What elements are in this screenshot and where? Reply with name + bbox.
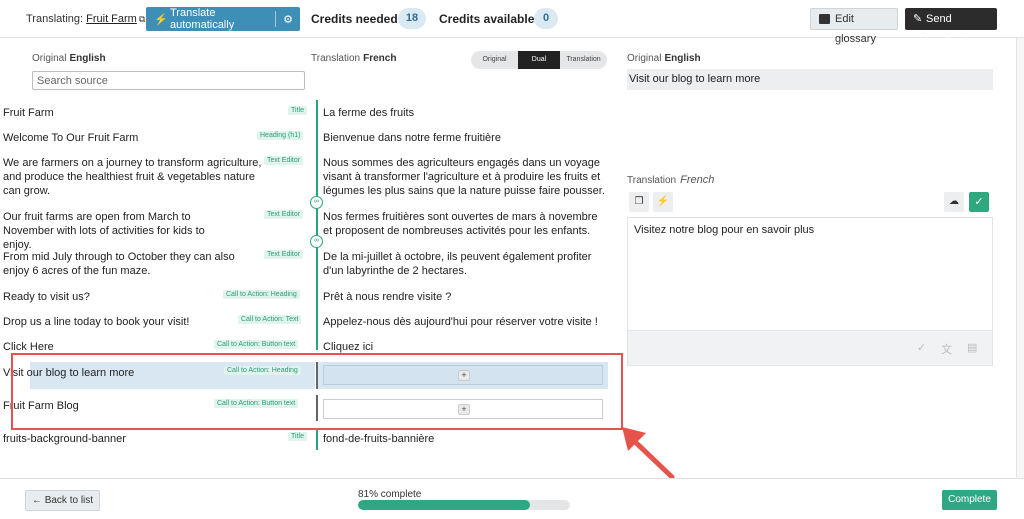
- translation-text[interactable]: Cliquez ici: [323, 340, 608, 354]
- cloud-upload-icon[interactable]: ☁: [944, 192, 964, 212]
- translation-label: Translation: [311, 53, 361, 64]
- scrollbar-track[interactable]: [1016, 38, 1024, 478]
- edit-glossary-label: Edit glossary: [835, 13, 876, 45]
- link-icon[interactable]: ∞: [310, 196, 323, 209]
- pen-icon: ✎: [913, 13, 923, 25]
- glossary-icon[interactable]: ▤: [967, 341, 977, 354]
- editor-toolbar: ✓ 文 ▤: [627, 331, 993, 366]
- annotation-highlight-box: [11, 353, 623, 430]
- left-translation-header: Translation French: [311, 53, 396, 64]
- translation-text[interactable]: Bienvenue dans notre ferme fruitière: [323, 131, 608, 145]
- progress-label: 81% complete: [358, 489, 422, 500]
- annotation-arrow-icon: [622, 427, 675, 480]
- translation-text[interactable]: Nous sommes des agriculteurs engagés dan…: [323, 156, 608, 198]
- translation-text[interactable]: Prêt à nous rendre visite ?: [323, 290, 608, 304]
- element-tag: Title: [288, 106, 307, 115]
- glossary-icon: [819, 14, 830, 24]
- external-link-icon[interactable]: ⧉: [139, 14, 145, 24]
- translation-text[interactable]: Appelez-nous dès aujourd'hui pour réserv…: [323, 315, 608, 329]
- source-text: Fruit Farm: [3, 107, 54, 119]
- translating-info: Translating: Fruit Farm ⧉: [26, 13, 145, 25]
- toggle-dual[interactable]: Dual: [518, 51, 560, 69]
- progress-fill: [358, 500, 530, 510]
- send-feedback-button[interactable]: ✎ Send feedback: [905, 8, 997, 47]
- right-original-header: Original English: [627, 53, 701, 64]
- search-input[interactable]: [32, 71, 305, 90]
- credits-needed-label: Credits needed: [311, 12, 398, 26]
- back-to-list-button[interactable]: ← Back to list: [25, 490, 100, 511]
- edit-glossary-button[interactable]: Edit glossary: [810, 8, 898, 45]
- element-tag: Text Editor: [264, 250, 304, 259]
- element-tag: Call to Action: Heading: [223, 290, 300, 299]
- source-text: Our fruit farms are open from March to N…: [3, 211, 205, 251]
- complete-button[interactable]: Complete: [942, 490, 997, 510]
- gear-icon[interactable]: ⚙: [276, 13, 300, 26]
- view-toggle[interactable]: Original Dual Translation: [471, 51, 607, 69]
- element-tag: Call to Action: Button text: [214, 340, 299, 349]
- translation-label: Translation: [627, 175, 677, 186]
- column-divider: [316, 100, 318, 350]
- progress-bar: [358, 500, 570, 510]
- project-link[interactable]: Fruit Farm: [86, 13, 137, 25]
- translation-lang: French: [680, 174, 715, 186]
- translate-automatically-label: Translate automatically: [170, 7, 235, 31]
- element-tag: Title: [288, 432, 307, 441]
- translation-text[interactable]: Nos fermes fruitières sont ouvertes de m…: [323, 210, 608, 238]
- credits-available-label: Credits available: [439, 12, 535, 26]
- source-text: We are farmers on a journey to transform…: [3, 157, 262, 197]
- translation-lang: French: [363, 53, 397, 64]
- source-text: Drop us a line today to book your visit!: [3, 316, 190, 328]
- element-tag: Heading (h1): [257, 131, 304, 140]
- toggle-translation[interactable]: Translation: [560, 51, 607, 69]
- right-translation-header: Translation French: [627, 174, 714, 186]
- translation-text[interactable]: De la mi-juillet à octobre, ils peuvent …: [323, 250, 608, 278]
- spellcheck-icon[interactable]: ✓: [917, 341, 926, 354]
- bottom-bar: ← Back to list 81% complete Complete: [0, 478, 1024, 519]
- auto-translate-icon[interactable]: ⚡: [653, 192, 673, 212]
- original-label: Original: [627, 53, 662, 64]
- translation-editor[interactable]: Visitez notre blog pour en savoir plus: [627, 217, 993, 331]
- element-tag: Text Editor: [264, 156, 304, 165]
- translating-label: Translating:: [26, 13, 84, 25]
- copy-source-icon[interactable]: ❐: [629, 192, 649, 212]
- column-divider: [316, 428, 318, 450]
- toggle-original[interactable]: Original: [471, 51, 518, 69]
- original-text-display: Visit our blog to learn more: [627, 69, 993, 90]
- confirm-check-icon[interactable]: ✓: [969, 192, 989, 212]
- lightning-icon: ⚡: [154, 13, 168, 26]
- credits-needed-badge: 18: [398, 8, 426, 29]
- top-bar: Translating: Fruit Farm ⧉ ⚡ Translate aut…: [0, 0, 1024, 47]
- source-text: fruits-background-banner: [3, 433, 126, 445]
- left-original-header: Original English: [32, 53, 106, 64]
- credits-available-badge: 0: [534, 8, 558, 29]
- translate-icon[interactable]: 文: [941, 341, 952, 357]
- translation-text[interactable]: La ferme des fruits: [323, 106, 608, 120]
- translation-text[interactable]: fond-de-fruits-bannière: [323, 432, 608, 446]
- element-tag: Call to Action: Text: [238, 315, 302, 324]
- translate-automatically-button[interactable]: ⚡ Translate automatically ⚙: [146, 7, 300, 31]
- original-lang: English: [664, 53, 701, 64]
- send-feedback-label: Send feedback: [926, 13, 971, 47]
- element-tag: Text Editor: [264, 210, 304, 219]
- source-text: From mid July through to October they ca…: [3, 251, 235, 277]
- link-icon[interactable]: ∞: [310, 235, 323, 248]
- original-lang: English: [69, 53, 106, 64]
- source-text: Welcome To Our Fruit Farm: [3, 132, 139, 144]
- original-label: Original: [32, 53, 67, 64]
